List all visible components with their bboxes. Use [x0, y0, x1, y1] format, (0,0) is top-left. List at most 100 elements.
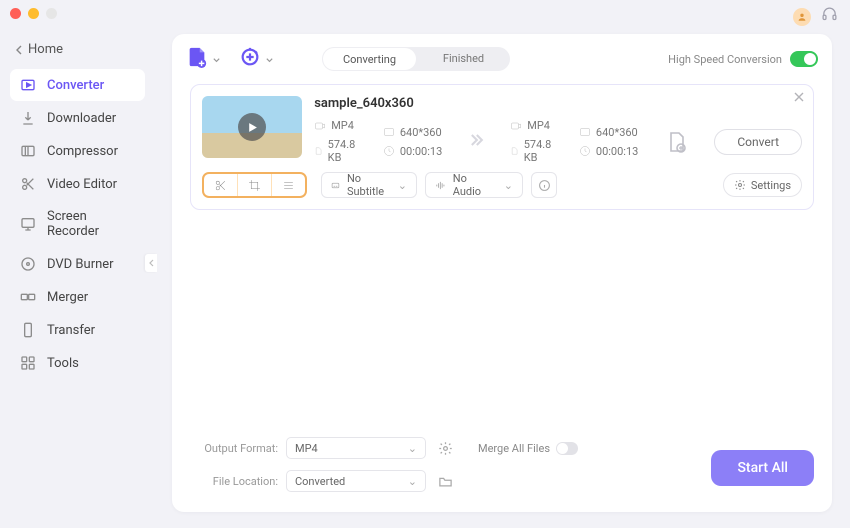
tab-converting[interactable]: Converting [323, 48, 416, 70]
output-duration: 00:00:13 [596, 145, 638, 158]
close-icon [793, 91, 805, 103]
output-format-value: MP4 [295, 442, 318, 455]
gear-icon [438, 441, 453, 456]
sidebar-item-converter[interactable]: Converter [10, 69, 145, 101]
subtitle-value: No Subtitle [347, 172, 391, 198]
file-location-select[interactable]: Converted ⌄ [286, 470, 426, 492]
home-link[interactable]: Home [6, 38, 149, 69]
convert-button[interactable]: Convert [714, 129, 802, 155]
chevron-down-icon: ⌄ [408, 442, 417, 455]
audio-value: No Audio [453, 172, 497, 198]
input-format: MP4 [331, 119, 354, 132]
tab-finished[interactable]: Finished [417, 47, 510, 71]
input-resolution: 640*360 [400, 126, 442, 139]
trim-button[interactable] [204, 174, 237, 196]
edit-tools-group [202, 172, 307, 198]
window-close-button[interactable] [10, 8, 21, 19]
sidebar-item-label: Video Editor [47, 177, 117, 192]
video-editor-icon [20, 176, 36, 192]
chevron-down-icon: ⌄ [504, 179, 513, 192]
input-duration: 00:00:13 [400, 145, 442, 158]
sidebar-item-dvd-burner[interactable]: DVD Burner [10, 248, 145, 280]
main-panel: Converting Finished High Speed Conversio… [172, 34, 832, 512]
video-icon [510, 120, 522, 132]
output-settings-button[interactable] [434, 437, 456, 459]
clock-icon [383, 145, 395, 157]
high-speed-toggle[interactable] [790, 51, 818, 67]
sidebar-item-downloader[interactable]: Downloader [10, 102, 145, 134]
settings-label: Settings [751, 179, 791, 192]
sidebar-item-transfer[interactable]: Transfer [10, 314, 145, 346]
scissors-icon [214, 179, 227, 192]
sidebar-item-video-editor[interactable]: Video Editor [10, 168, 145, 200]
chevron-left-icon [14, 45, 24, 55]
play-icon [247, 122, 258, 133]
sidebar-item-label: Screen Recorder [47, 209, 135, 239]
info-button[interactable] [531, 172, 557, 198]
audio-select[interactable]: No Audio ⌄ [425, 172, 523, 198]
add-file-button[interactable] [186, 46, 221, 72]
open-folder-button[interactable] [434, 470, 456, 492]
window-maximize-button[interactable] [46, 8, 57, 19]
sidebar-item-tools[interactable]: Tools [10, 347, 145, 379]
add-file-icon [186, 46, 208, 72]
chevron-down-icon: ⌄ [398, 179, 407, 192]
subtitle-select[interactable]: No Subtitle ⌄ [321, 172, 417, 198]
sidebar-item-label: Downloader [47, 111, 116, 126]
sidebar-item-compressor[interactable]: Compressor [10, 135, 145, 167]
sidebar-item-label: Tools [47, 356, 79, 371]
video-thumbnail[interactable] [202, 96, 302, 158]
clock-icon [579, 145, 591, 157]
output-size: 574.8 KB [524, 138, 555, 164]
merge-label: Merge All Files [478, 442, 550, 455]
account-avatar[interactable] [793, 8, 811, 26]
converter-icon [20, 77, 36, 93]
file-card: sample_640x360 MP4 574.8 KB 640*360 00:0… [190, 84, 814, 210]
file-location-label: File Location: [190, 475, 278, 488]
merger-icon [20, 289, 36, 305]
sidebar-item-label: Converter [47, 78, 104, 93]
compressor-icon [20, 143, 36, 159]
window-minimize-button[interactable] [28, 8, 39, 19]
dvd-burner-icon [20, 256, 36, 272]
effects-button[interactable] [271, 174, 305, 196]
resolution-icon [383, 126, 395, 138]
file-icon [314, 145, 322, 157]
subtitle-icon [331, 180, 340, 191]
sidebar-collapse-button[interactable] [145, 254, 157, 272]
file-icon [510, 145, 518, 157]
chevron-left-icon [148, 259, 154, 267]
file-settings-button[interactable]: Settings [723, 173, 802, 197]
support-icon[interactable] [821, 6, 838, 27]
document-gear-icon [664, 130, 688, 154]
home-label: Home [28, 42, 63, 57]
crop-button[interactable] [237, 174, 271, 196]
gear-icon [734, 179, 746, 191]
sidebar-item-label: DVD Burner [47, 257, 114, 272]
crop-icon [248, 179, 261, 192]
transfer-icon [20, 322, 36, 338]
output-format-label: Output Format: [190, 442, 278, 455]
arrow-right-icon [466, 130, 486, 154]
toolbar: Converting Finished High Speed Conversio… [172, 34, 832, 82]
sidebar-item-merger[interactable]: Merger [10, 281, 145, 313]
tools-icon [20, 355, 36, 371]
remove-file-button[interactable] [793, 91, 805, 107]
list-icon [282, 179, 295, 192]
sidebar: Home Converter Downloader Compressor Vid… [0, 28, 155, 528]
merge-toggle[interactable] [556, 442, 578, 455]
sidebar-item-label: Merger [47, 290, 88, 305]
output-format-select[interactable]: MP4 ⌄ [286, 437, 426, 459]
downloader-icon [20, 110, 36, 126]
folder-icon [438, 474, 453, 489]
sidebar-item-label: Compressor [47, 144, 118, 159]
sidebar-item-screen-recorder[interactable]: Screen Recorder [10, 201, 145, 247]
output-profile-button[interactable] [662, 130, 690, 154]
start-all-button[interactable]: Start All [711, 450, 814, 486]
output-resolution: 640*360 [596, 126, 638, 139]
add-folder-button[interactable] [239, 46, 274, 72]
play-button[interactable] [238, 113, 266, 141]
video-icon [314, 120, 326, 132]
file-location-value: Converted [295, 475, 345, 488]
add-folder-icon [239, 46, 261, 72]
